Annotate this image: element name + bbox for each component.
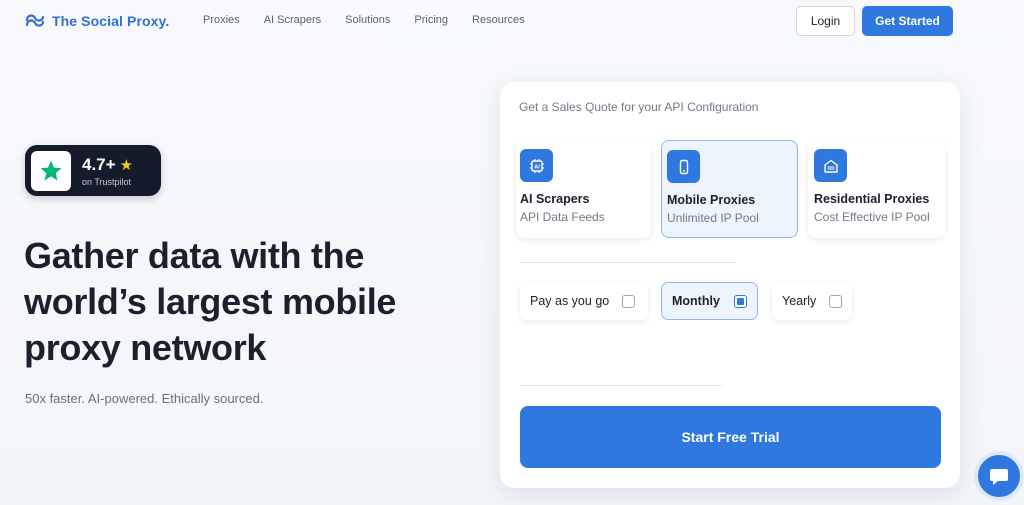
billing-label: Monthly bbox=[672, 294, 720, 308]
trustpilot-star-icon bbox=[40, 160, 62, 180]
hero-title-line-2: world’s largest mobile bbox=[24, 281, 397, 322]
hero-title-line-1: Gather data with the bbox=[24, 235, 365, 276]
hero-title-line-3: proxy network bbox=[24, 327, 267, 368]
trustpilot-rating: 4.7+ bbox=[82, 154, 116, 174]
logo-icon bbox=[25, 14, 45, 27]
product-option-mobile-proxies[interactable]: Mobile Proxies Unlimited IP Pool bbox=[661, 140, 798, 238]
product-option-residential-proxies[interactable]: Residential Proxies Cost Effective IP Po… bbox=[808, 140, 945, 238]
checkbox-checked[interactable] bbox=[733, 294, 747, 308]
divider bbox=[520, 385, 723, 386]
billing-label: Pay as you go bbox=[530, 294, 610, 308]
product-desc: Unlimited IP Pool bbox=[667, 211, 759, 225]
chat-bubble-icon bbox=[990, 469, 1008, 485]
billing-label: Yearly bbox=[782, 294, 817, 308]
get-started-button[interactable]: Get Started bbox=[862, 6, 953, 36]
quote-heading: Get a Sales Quote for your API Configura… bbox=[519, 100, 759, 114]
brand-logo[interactable]: The Social Proxy. bbox=[24, 11, 169, 31]
product-desc: API Data Feeds bbox=[520, 210, 605, 224]
nav-link-ai-scrapers[interactable]: AI Scrapers bbox=[264, 14, 321, 26]
house-icon bbox=[814, 149, 847, 182]
billing-option-yearly[interactable]: Yearly bbox=[772, 282, 852, 320]
hero-subtitle: 50x faster. AI-powered. Ethically source… bbox=[25, 391, 264, 406]
start-free-trial-button[interactable]: Start Free Trial bbox=[520, 406, 941, 468]
brand-name: The Social Proxy. bbox=[52, 13, 170, 29]
nav-link-pricing[interactable]: Pricing bbox=[414, 14, 448, 26]
trustpilot-source: on Trustpilot bbox=[82, 176, 132, 187]
billing-option-pay-as-you-go[interactable]: Pay as you go bbox=[520, 282, 648, 320]
divider bbox=[520, 262, 736, 263]
nav-links: Proxies AI Scrapers Solutions Pricing Re… bbox=[203, 14, 525, 26]
product-title: AI Scrapers bbox=[520, 192, 590, 206]
checkbox[interactable] bbox=[622, 294, 636, 308]
product-option-ai-scrapers[interactable]: AI AI Scrapers API Data Feeds bbox=[516, 140, 651, 238]
gold-star-icon: ★ bbox=[119, 156, 134, 174]
svg-text:AI: AI bbox=[534, 164, 540, 170]
hero-title: Gather data with the world’s largest mob… bbox=[24, 233, 444, 371]
trustpilot-text: 4.7+ ★ on Trustpilot bbox=[82, 155, 133, 187]
trustpilot-logo bbox=[31, 150, 71, 191]
login-button[interactable]: Login bbox=[796, 6, 855, 36]
checkbox[interactable] bbox=[829, 294, 843, 308]
chip-icon: AI bbox=[520, 149, 553, 182]
nav-link-proxies[interactable]: Proxies bbox=[203, 14, 240, 26]
billing-option-monthly[interactable]: Monthly bbox=[661, 282, 758, 320]
chat-launcher-button[interactable] bbox=[974, 451, 1024, 501]
product-desc: Cost Effective IP Pool bbox=[814, 210, 930, 224]
top-nav: The Social Proxy. Proxies AI Scrapers So… bbox=[0, 0, 1024, 42]
nav-link-resources[interactable]: Resources bbox=[472, 14, 525, 26]
phone-icon bbox=[667, 150, 700, 183]
product-title: Mobile Proxies bbox=[667, 193, 756, 207]
product-title: Residential Proxies bbox=[814, 192, 930, 206]
trustpilot-badge[interactable]: 4.7+ ★ on Trustpilot bbox=[25, 145, 161, 196]
nav-link-solutions[interactable]: Solutions bbox=[345, 14, 390, 26]
